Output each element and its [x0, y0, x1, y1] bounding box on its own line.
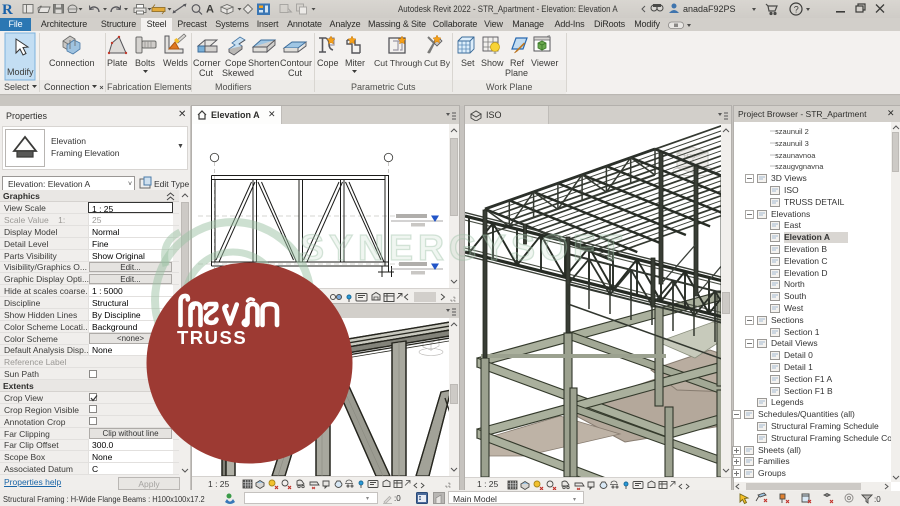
- svg-text::0: :0: [874, 495, 881, 504]
- svg-text:Contour: Contour: [280, 58, 312, 68]
- svg-text:Cut: Cut: [288, 68, 303, 78]
- svg-text:Select: Select: [4, 82, 30, 92]
- svg-text:Shorten: Shorten: [248, 58, 280, 68]
- svg-text:Welds: Welds: [163, 58, 188, 68]
- svg-text:Set: Set: [461, 58, 475, 68]
- svg-text:Cope: Cope: [317, 58, 339, 68]
- svg-text:Cope: Cope: [225, 58, 247, 68]
- svg-text:Cut: Cut: [199, 68, 214, 78]
- svg-text:A: A: [206, 4, 214, 16]
- svg-text:Fabrication Elements: Fabrication Elements: [107, 82, 192, 92]
- svg-text:Corner: Corner: [193, 58, 221, 68]
- svg-text:Ref: Ref: [510, 58, 525, 68]
- svg-text:?: ?: [794, 5, 799, 15]
- svg-text:Show: Show: [481, 58, 504, 68]
- svg-text:Miter: Miter: [345, 58, 365, 68]
- svg-text:TRUSS: TRUSS: [177, 327, 247, 348]
- svg-text:Connection: Connection: [44, 82, 90, 92]
- svg-text:Skewed: Skewed: [222, 68, 254, 78]
- svg-text:Viewer: Viewer: [531, 58, 558, 68]
- svg-text:Connection: Connection: [49, 58, 95, 68]
- svg-text:Modifiers: Modifiers: [215, 82, 252, 92]
- svg-text:anadaF92PS: anadaF92PS: [683, 4, 736, 14]
- svg-text:Cut By: Cut By: [424, 58, 451, 68]
- svg-text:R: R: [2, 2, 13, 18]
- svg-text:Parametric Cuts: Parametric Cuts: [351, 82, 416, 92]
- svg-text:.: .: [75, 82, 78, 92]
- svg-text:Modify: Modify: [7, 67, 34, 77]
- svg-text:Cut Through: Cut Through: [374, 58, 422, 68]
- svg-text:Plate: Plate: [107, 58, 128, 68]
- svg-text:Plane: Plane: [505, 68, 528, 78]
- svg-text:Bolts: Bolts: [135, 58, 156, 68]
- svg-text:Work Plane: Work Plane: [486, 82, 532, 92]
